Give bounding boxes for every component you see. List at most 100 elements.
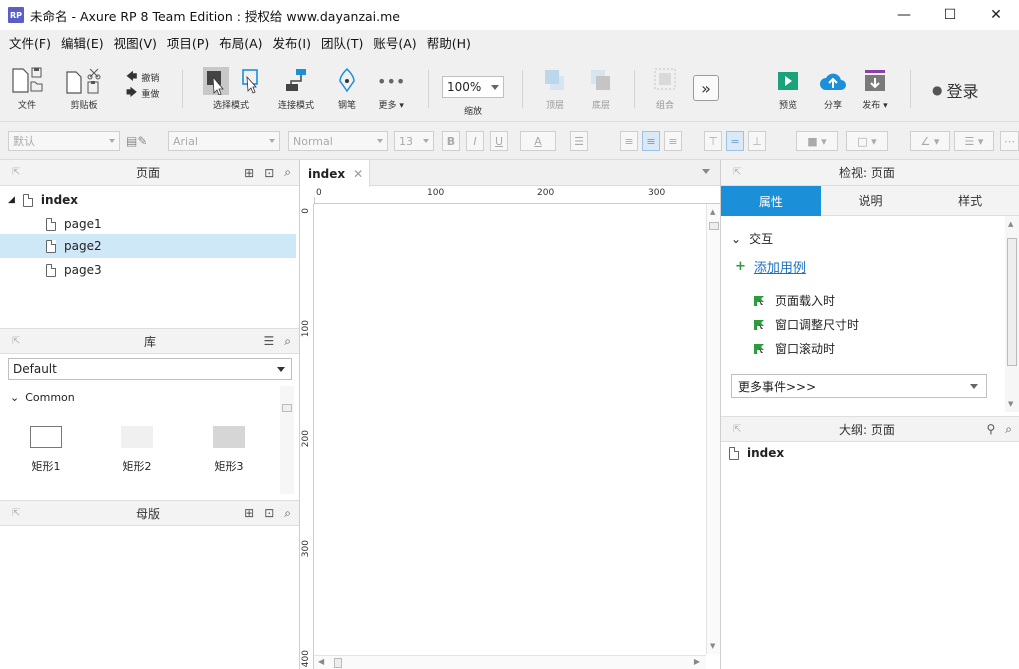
valign-middle-button[interactable]: = <box>726 131 744 151</box>
canvas-horizontal-scrollbar[interactable]: ◀ ▶ <box>314 655 706 669</box>
font-select[interactable]: Arial <box>168 131 280 151</box>
align-center-button[interactable]: ≡ <box>642 131 660 151</box>
zoom-select[interactable]: 100% <box>442 76 504 98</box>
bold-button[interactable]: B <box>442 131 460 151</box>
style-select[interactable]: 默认 <box>8 131 120 151</box>
tab-index[interactable]: index ✕ <box>300 160 370 187</box>
page-tree-item-page2[interactable]: page2 <box>0 234 296 258</box>
more-tools-button[interactable]: ••• 更多 ▾ <box>377 66 405 112</box>
file-button[interactable]: 文件 <box>10 66 44 111</box>
expand-triangle-icon[interactable]: ◢ <box>8 195 15 205</box>
search-icon[interactable]: ⌕ <box>1005 422 1012 437</box>
toolbar-overflow-button[interactable]: » <box>693 75 719 101</box>
widget-rectangle-2[interactable]: 矩形2 <box>121 426 153 474</box>
menu-arrange[interactable]: 布局(A) <box>214 30 267 58</box>
maximize-button[interactable]: ☐ <box>927 0 973 30</box>
widget-rectangle-1[interactable]: 矩形1 <box>30 426 62 474</box>
clipboard-button[interactable]: 剪贴板 <box>64 66 104 111</box>
inspector-scrollbar[interactable]: ▲ ▼ <box>1005 216 1019 412</box>
fill-color-button[interactable]: ■ ▾ <box>796 131 838 151</box>
menu-help[interactable]: 帮助(H) <box>422 30 476 58</box>
scroll-up-icon[interactable]: ▲ <box>710 208 715 216</box>
page-tree-item-page3[interactable]: page3 <box>0 258 296 282</box>
close-button[interactable]: ✕ <box>973 0 1019 30</box>
scroll-right-icon[interactable]: ▶ <box>694 657 700 666</box>
scroll-down-icon[interactable]: ▼ <box>710 642 715 650</box>
search-icon[interactable]: ⌕ <box>284 165 291 180</box>
search-icon[interactable]: ⌕ <box>284 334 291 349</box>
tab-list-chevron-icon[interactable] <box>702 169 710 174</box>
page-tree-root[interactable]: ◢ index <box>0 188 296 212</box>
pin-icon[interactable]: ⇱ <box>12 336 20 347</box>
menu-view[interactable]: 视图(V) <box>109 30 162 58</box>
pin-icon[interactable]: ⇱ <box>733 424 741 435</box>
font-color-button[interactable]: A <box>520 131 556 151</box>
filter-icon[interactable]: ⚲ <box>986 422 995 436</box>
design-canvas[interactable] <box>314 204 706 655</box>
select-mode-button[interactable]: 选择模式 <box>200 66 262 111</box>
pen-button[interactable]: 钢笔 <box>336 66 358 111</box>
publish-button[interactable]: 发布 ▾ <box>862 66 888 111</box>
align-left-button[interactable]: ≡ <box>620 131 638 151</box>
widget-rectangle-3[interactable]: 矩形3 <box>213 426 245 474</box>
page-tree-item-page1[interactable]: page1 <box>0 212 296 236</box>
pin-icon[interactable]: ⇱ <box>12 508 20 519</box>
connect-mode-button[interactable]: 连接模式 <box>278 66 314 111</box>
tab-notes[interactable]: 说明 <box>820 186 921 216</box>
scroll-thumb[interactable] <box>709 222 719 230</box>
menu-icon[interactable]: ☰ <box>264 334 275 348</box>
scroll-down-icon[interactable]: ▼ <box>1008 400 1013 408</box>
menu-edit[interactable]: 编辑(E) <box>56 30 109 58</box>
more-events-select[interactable]: 更多事件>>> <box>731 374 987 398</box>
bring-to-top-button[interactable]: 顶层 <box>542 66 568 111</box>
event-on-window-scroll[interactable]: 窗口滚动时 <box>753 340 835 357</box>
preview-button[interactable]: 预览 <box>776 66 800 111</box>
add-master-icon[interactable]: ⊞ <box>244 506 254 520</box>
scroll-thumb[interactable] <box>334 658 342 668</box>
bullet-list-button[interactable]: ☰ <box>570 131 588 151</box>
italic-button[interactable]: I <box>466 131 484 151</box>
align-right-button[interactable]: ≡ <box>664 131 682 151</box>
scroll-thumb[interactable] <box>282 404 292 412</box>
font-size-select[interactable]: 13 <box>394 131 434 151</box>
pin-icon[interactable]: ⇱ <box>12 167 20 178</box>
send-to-bottom-button[interactable]: 底层 <box>588 66 614 111</box>
event-on-page-load[interactable]: 页面载入时 <box>753 292 835 309</box>
scroll-thumb[interactable] <box>1007 238 1017 366</box>
library-scrollbar[interactable] <box>280 386 294 494</box>
canvas-vertical-scrollbar[interactable]: ▲ ▼ <box>706 204 720 654</box>
scroll-up-icon[interactable]: ▲ <box>1008 220 1013 228</box>
tab-style[interactable]: 样式 <box>920 186 1019 216</box>
style-edit-icon[interactable]: ▤✎ <box>126 134 147 148</box>
library-select[interactable]: Default <box>8 358 292 380</box>
login-button[interactable]: ● 登录 <box>932 78 979 102</box>
underline-button[interactable]: U <box>490 131 508 151</box>
event-on-window-resize[interactable]: 窗口调整尺寸时 <box>753 316 859 333</box>
add-folder-icon[interactable]: ⊡ <box>264 166 274 180</box>
scroll-left-icon[interactable]: ◀ <box>318 657 324 666</box>
interaction-section-toggle[interactable]: ⌄ 交互 <box>731 230 773 247</box>
group-button[interactable]: 组合 <box>652 66 678 111</box>
minimize-button[interactable]: — <box>881 0 927 30</box>
menu-publish[interactable]: 发布(I) <box>268 30 316 58</box>
close-tab-icon[interactable]: ✕ <box>353 167 363 181</box>
menu-file[interactable]: 文件(F) <box>4 30 56 58</box>
line-width-button[interactable]: ☰ ▾ <box>954 131 994 151</box>
shadow-button[interactable]: □ ▾ <box>846 131 888 151</box>
tab-properties[interactable]: 属性 <box>721 186 821 216</box>
search-icon[interactable]: ⌕ <box>284 506 291 521</box>
line-color-button[interactable]: ∠ ▾ <box>910 131 950 151</box>
weight-select[interactable]: Normal <box>288 131 388 151</box>
redo-button[interactable]: 🡆 重做 <box>126 84 159 103</box>
menu-project[interactable]: 项目(P) <box>162 30 214 58</box>
add-page-icon[interactable]: ⊞ <box>244 166 254 180</box>
valign-top-button[interactable]: ⊤ <box>704 131 722 151</box>
menu-team[interactable]: 团队(T) <box>316 30 368 58</box>
menu-account[interactable]: 账号(A) <box>368 30 421 58</box>
library-group-common[interactable]: ⌄ Common <box>0 386 280 408</box>
add-case-link[interactable]: + 添加用例 <box>735 257 806 276</box>
add-folder-icon[interactable]: ⊡ <box>264 506 274 520</box>
outline-root-item[interactable]: index <box>729 446 784 460</box>
pin-icon[interactable]: ⇱ <box>733 167 741 178</box>
line-style-button[interactable]: ⋯ <box>1000 131 1019 151</box>
